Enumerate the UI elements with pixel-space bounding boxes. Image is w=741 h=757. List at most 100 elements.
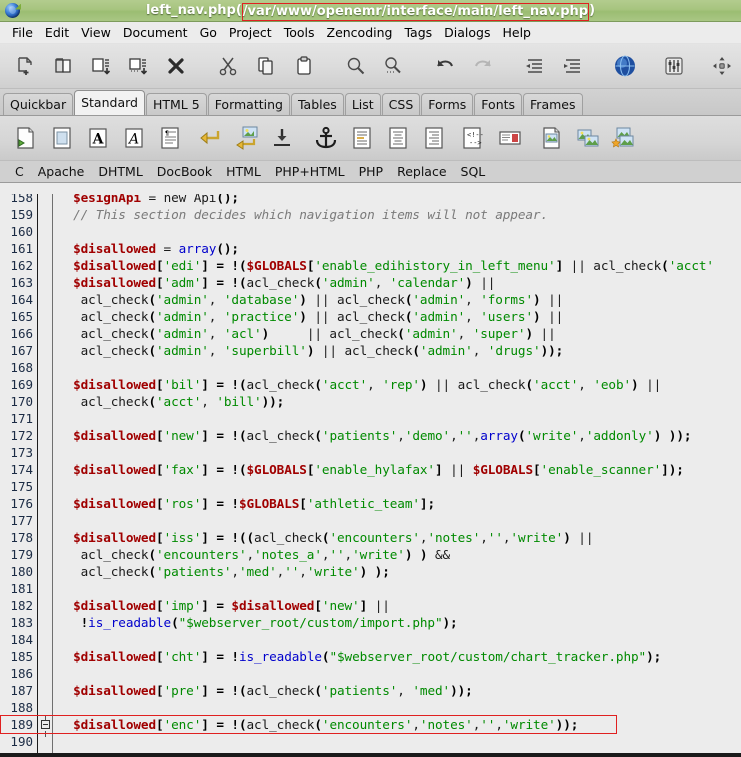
cut-icon[interactable] (209, 47, 247, 85)
code-line[interactable]: // This section decides which navigation… (58, 206, 548, 223)
bold-icon[interactable]: A (80, 118, 116, 158)
code-line[interactable]: $disallowed['imp'] = $disallowed['new'] … (58, 597, 390, 614)
line-number: 186 (10, 666, 33, 681)
lang-docbook[interactable]: DocBook (150, 163, 219, 180)
break-clear-icon[interactable] (228, 118, 264, 158)
code-line[interactable]: $disallowed['enc'] = !(acl_check('encoun… (58, 716, 578, 733)
italic-icon[interactable]: A (116, 118, 152, 158)
code-line[interactable]: !is_readable("$webserver_root/custom/imp… (58, 614, 458, 631)
line-number: 180 (10, 564, 33, 579)
tab-css[interactable]: CSS (381, 93, 421, 115)
code-line[interactable]: acl_check('admin', 'superbill') || acl_c… (58, 342, 564, 359)
code-line[interactable]: $disallowed['new'] = !(acl_check('patien… (58, 427, 691, 444)
unindent-icon[interactable] (516, 47, 554, 85)
tab-formatting[interactable]: Formatting (207, 93, 290, 115)
code-line[interactable]: $disallowed['ros'] = !$GLOBALS['athletic… (58, 495, 435, 512)
lang-dhtml[interactable]: DHTML (91, 163, 149, 180)
menu-item-help[interactable]: Help (496, 23, 537, 42)
lang-php[interactable]: PHP (352, 163, 390, 180)
code-line[interactable]: acl_check('admin', 'database') || acl_ch… (58, 291, 564, 308)
find-replace-icon[interactable] (374, 47, 412, 85)
preview-browser-icon[interactable] (606, 47, 644, 85)
fullscreen-icon[interactable] (703, 47, 741, 85)
email-icon[interactable] (492, 118, 528, 158)
paste-icon[interactable] (285, 47, 323, 85)
tab-forms[interactable]: Forms (421, 93, 474, 115)
thumbnail-icon[interactable] (570, 118, 606, 158)
menu-item-document[interactable]: Document (117, 23, 194, 42)
lang-php-html[interactable]: PHP+HTML (268, 163, 352, 180)
anchor-icon[interactable] (308, 118, 344, 158)
code-line[interactable]: $disallowed['fax'] = !($GLOBALS['enable_… (58, 461, 684, 478)
menu-bar: File Edit View Document Go Project Tools Zencod… (0, 22, 741, 44)
preferences-icon[interactable] (655, 47, 693, 85)
line-number: 182 (10, 598, 33, 613)
code-line[interactable]: $disallowed['edi'] = !($GLOBALS['enable_… (58, 257, 714, 274)
find-icon[interactable] (337, 47, 375, 85)
open-file-icon[interactable] (44, 47, 82, 85)
menu-item-edit[interactable]: Edit (39, 23, 75, 42)
save-as-icon[interactable] (119, 47, 157, 85)
code-line[interactable]: $disallowed = array(); (58, 240, 239, 257)
menu-item-view[interactable]: View (75, 23, 117, 42)
tab-standard[interactable]: Standard (74, 90, 145, 115)
svg-text:-->: --> (469, 139, 482, 147)
save-file-icon[interactable] (82, 47, 120, 85)
lang-apache[interactable]: Apache (31, 163, 92, 180)
fold-margin[interactable] (39, 194, 53, 753)
body-icon[interactable] (44, 118, 80, 158)
code-line[interactable]: acl_check('acct', 'bill')); (58, 393, 285, 410)
align-center-icon[interactable] (380, 118, 416, 158)
non-breaking-space-icon[interactable] (264, 118, 300, 158)
undo-icon[interactable] (426, 47, 464, 85)
menu-item-tags[interactable]: Tags (398, 23, 438, 42)
menu-item-dialogs[interactable]: Dialogs (438, 23, 496, 42)
menu-item-file[interactable]: File (6, 23, 39, 42)
paragraph-icon[interactable]: ¶ (152, 118, 188, 158)
code-line[interactable]: $disallowed['bil'] = !(acl_check('acct',… (58, 376, 661, 393)
code-line[interactable]: $disallowed['adm'] = !(acl_check('admin'… (58, 274, 495, 291)
line-number: 181 (10, 581, 33, 596)
tab-list[interactable]: List (344, 93, 381, 115)
code-line[interactable]: $esignApi = new Api(); (58, 194, 239, 206)
menu-item-tools[interactable]: Tools (278, 23, 321, 42)
lang-c[interactable]: C (8, 163, 31, 180)
code-area[interactable]: $esignApi = new Api(); // This section d… (54, 194, 741, 753)
align-right-icon[interactable] (416, 118, 452, 158)
title-filename: left_nav.php (145, 2, 236, 18)
tab-html-5[interactable]: HTML 5 (145, 93, 207, 115)
menu-item-project[interactable]: Project (223, 23, 278, 42)
lang-html[interactable]: HTML (219, 163, 268, 180)
tab-frames[interactable]: Frames (523, 93, 583, 115)
indent-icon[interactable] (554, 47, 592, 85)
menu-item-zencoding[interactable]: Zencoding (321, 23, 399, 42)
tab-fonts[interactable]: Fonts (474, 93, 523, 115)
redo-icon[interactable] (464, 47, 502, 85)
line-number: 164 (10, 292, 33, 307)
break-icon[interactable] (192, 118, 228, 158)
align-left-icon[interactable] (344, 118, 380, 158)
tab-tables[interactable]: Tables (290, 93, 344, 115)
lang-replace[interactable]: Replace (390, 163, 453, 180)
comment-icon[interactable]: <!-- --> (454, 118, 490, 158)
lang-sql[interactable]: SQL (454, 163, 493, 180)
fold-toggle-icon[interactable] (41, 720, 50, 729)
code-line[interactable]: acl_check('encounters','notes_a','','wri… (58, 546, 451, 563)
copy-icon[interactable] (247, 47, 285, 85)
line-number: 160 (10, 224, 33, 239)
code-line[interactable]: acl_check('admin', 'acl') || acl_check('… (58, 325, 556, 342)
code-line[interactable]: acl_check('patients','med','','write') )… (58, 563, 390, 580)
code-editor[interactable]: 158 159 160 161 162 163 164 165 166 167 168 169 170 1… (0, 194, 741, 753)
image-icon[interactable] (534, 118, 570, 158)
code-line[interactable]: $disallowed['iss'] = !((acl_check('encou… (58, 529, 593, 546)
menu-item-go[interactable]: Go (194, 23, 223, 42)
close-file-icon[interactable] (157, 47, 195, 85)
multi-thumbnail-icon[interactable] (606, 118, 642, 158)
title-paren-close: ) (589, 2, 596, 18)
code-line[interactable]: $disallowed['pre'] = !(acl_check('patien… (58, 682, 473, 699)
tab-quickbar[interactable]: Quickbar (3, 93, 74, 115)
quickstart-icon[interactable] (8, 118, 44, 158)
code-line[interactable]: acl_check('admin', 'practice') || acl_ch… (58, 308, 564, 325)
new-file-icon[interactable] (6, 47, 44, 85)
code-line[interactable]: $disallowed['cht'] = !is_readable("$webs… (58, 648, 661, 665)
